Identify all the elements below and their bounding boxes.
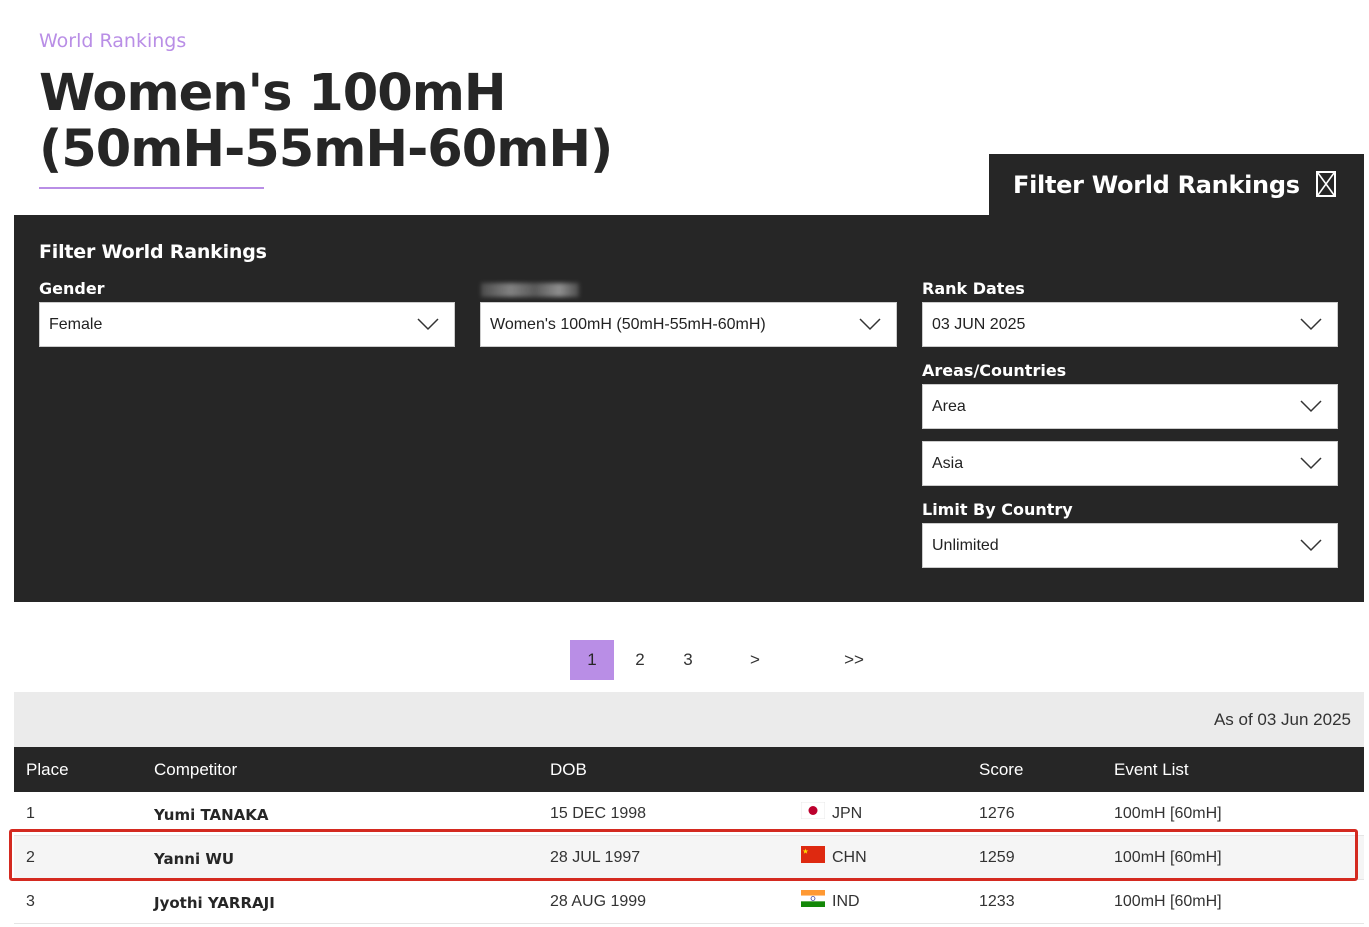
row-country: JPN [832, 805, 863, 822]
discipline-label-blurred [481, 283, 579, 297]
next-page-button[interactable]: > [739, 640, 771, 680]
as-of-date: As of 03 Jun 2025 [1213, 710, 1351, 729]
area-type-value: Area [932, 398, 966, 415]
table-row: 2 Yanni WU 28 JUL 1997 CHN 1259 100mH [6… [14, 836, 1364, 880]
table-row: 1 Yumi TANAKA 15 DEC 1998 JPN 1276 100mH… [14, 792, 1364, 836]
rank-dates-select[interactable]: 03 JUN 2025 [922, 302, 1338, 347]
gender-value: Female [49, 316, 103, 333]
discipline-select[interactable]: Women's 100mH (50mH-55mH-60mH) [480, 302, 897, 347]
competitor-link[interactable]: Jyothi YARRAJI [154, 894, 275, 912]
row-events: 100mH [60mH] [1114, 805, 1222, 822]
limit-select[interactable]: Unlimited [922, 523, 1338, 568]
title-underline [39, 187, 264, 189]
chevron-down-icon [1300, 457, 1322, 470]
gender-select[interactable]: Female [39, 302, 455, 347]
row-events: 100mH [60mH] [1114, 849, 1222, 866]
row-place: 3 [26, 893, 35, 910]
area-type-select[interactable]: Area [922, 384, 1338, 429]
chevron-down-icon [417, 318, 439, 331]
row-score: 1233 [979, 893, 1015, 910]
table-row: 3 Jyothi YARRAJI 28 AUG 1999 IND 1233 10… [14, 880, 1364, 924]
china-flag-icon [801, 846, 825, 863]
filter-panel-title: Filter World Rankings [39, 241, 267, 263]
chevron-down-icon [1300, 318, 1322, 331]
table-header: Place Competitor DOB Score Event List [14, 747, 1364, 792]
page-title: Women's 100mH (50mH-55mH-60mH) [39, 64, 613, 179]
chevron-down-icon [1300, 539, 1322, 552]
filter-tab-title: Filter World Rankings [1013, 171, 1300, 199]
competitor-link[interactable]: Yanni WU [154, 850, 234, 868]
limit-value: Unlimited [932, 537, 999, 554]
area-value: Asia [932, 455, 964, 472]
gender-label: Gender [39, 279, 105, 298]
close-icon[interactable] [1316, 171, 1336, 197]
page-3-button[interactable]: 3 [672, 640, 704, 680]
row-country: IND [832, 893, 860, 910]
rank-dates-label: Rank Dates [922, 279, 1025, 298]
areas-label: Areas/Countries [922, 361, 1067, 380]
header-competitor: Competitor [154, 760, 238, 779]
india-flag-icon [801, 890, 825, 907]
last-page-button[interactable]: >> [834, 640, 874, 680]
row-score: 1276 [979, 805, 1015, 822]
discipline-value: Women's 100mH (50mH-55mH-60mH) [490, 316, 766, 333]
page-1-button[interactable]: 1 [570, 640, 614, 680]
row-dob: 28 AUG 1999 [550, 893, 647, 910]
pagination: 1 2 3 > >> [0, 640, 1369, 680]
filter-tab: Filter World Rankings [989, 154, 1364, 216]
competitor-link[interactable]: Yumi TANAKA [154, 806, 269, 824]
filter-panel: Filter World Rankings Gender Female Wome… [14, 215, 1364, 602]
row-events: 100mH [60mH] [1114, 893, 1222, 910]
chevron-down-icon [859, 318, 881, 331]
rank-dates-value: 03 JUN 2025 [932, 316, 1026, 333]
row-place: 2 [26, 849, 35, 866]
row-dob: 28 JUL 1997 [550, 849, 641, 866]
row-place: 1 [26, 805, 35, 822]
header-place: Place [26, 760, 69, 779]
breadcrumb[interactable]: World Rankings [39, 30, 186, 52]
area-select[interactable]: Asia [922, 441, 1338, 486]
as-of-bar: As of 03 Jun 2025 [14, 692, 1364, 747]
header-score: Score [979, 760, 1024, 779]
row-score: 1259 [979, 849, 1015, 866]
header-event-list: Event List [1114, 760, 1189, 779]
japan-flag-icon [801, 802, 825, 819]
limit-label: Limit By Country [922, 500, 1073, 519]
header-dob: DOB [550, 760, 587, 779]
row-country: CHN [832, 849, 867, 866]
chevron-down-icon [1300, 400, 1322, 413]
row-dob: 15 DEC 1998 [550, 805, 647, 822]
page-2-button[interactable]: 2 [624, 640, 656, 680]
